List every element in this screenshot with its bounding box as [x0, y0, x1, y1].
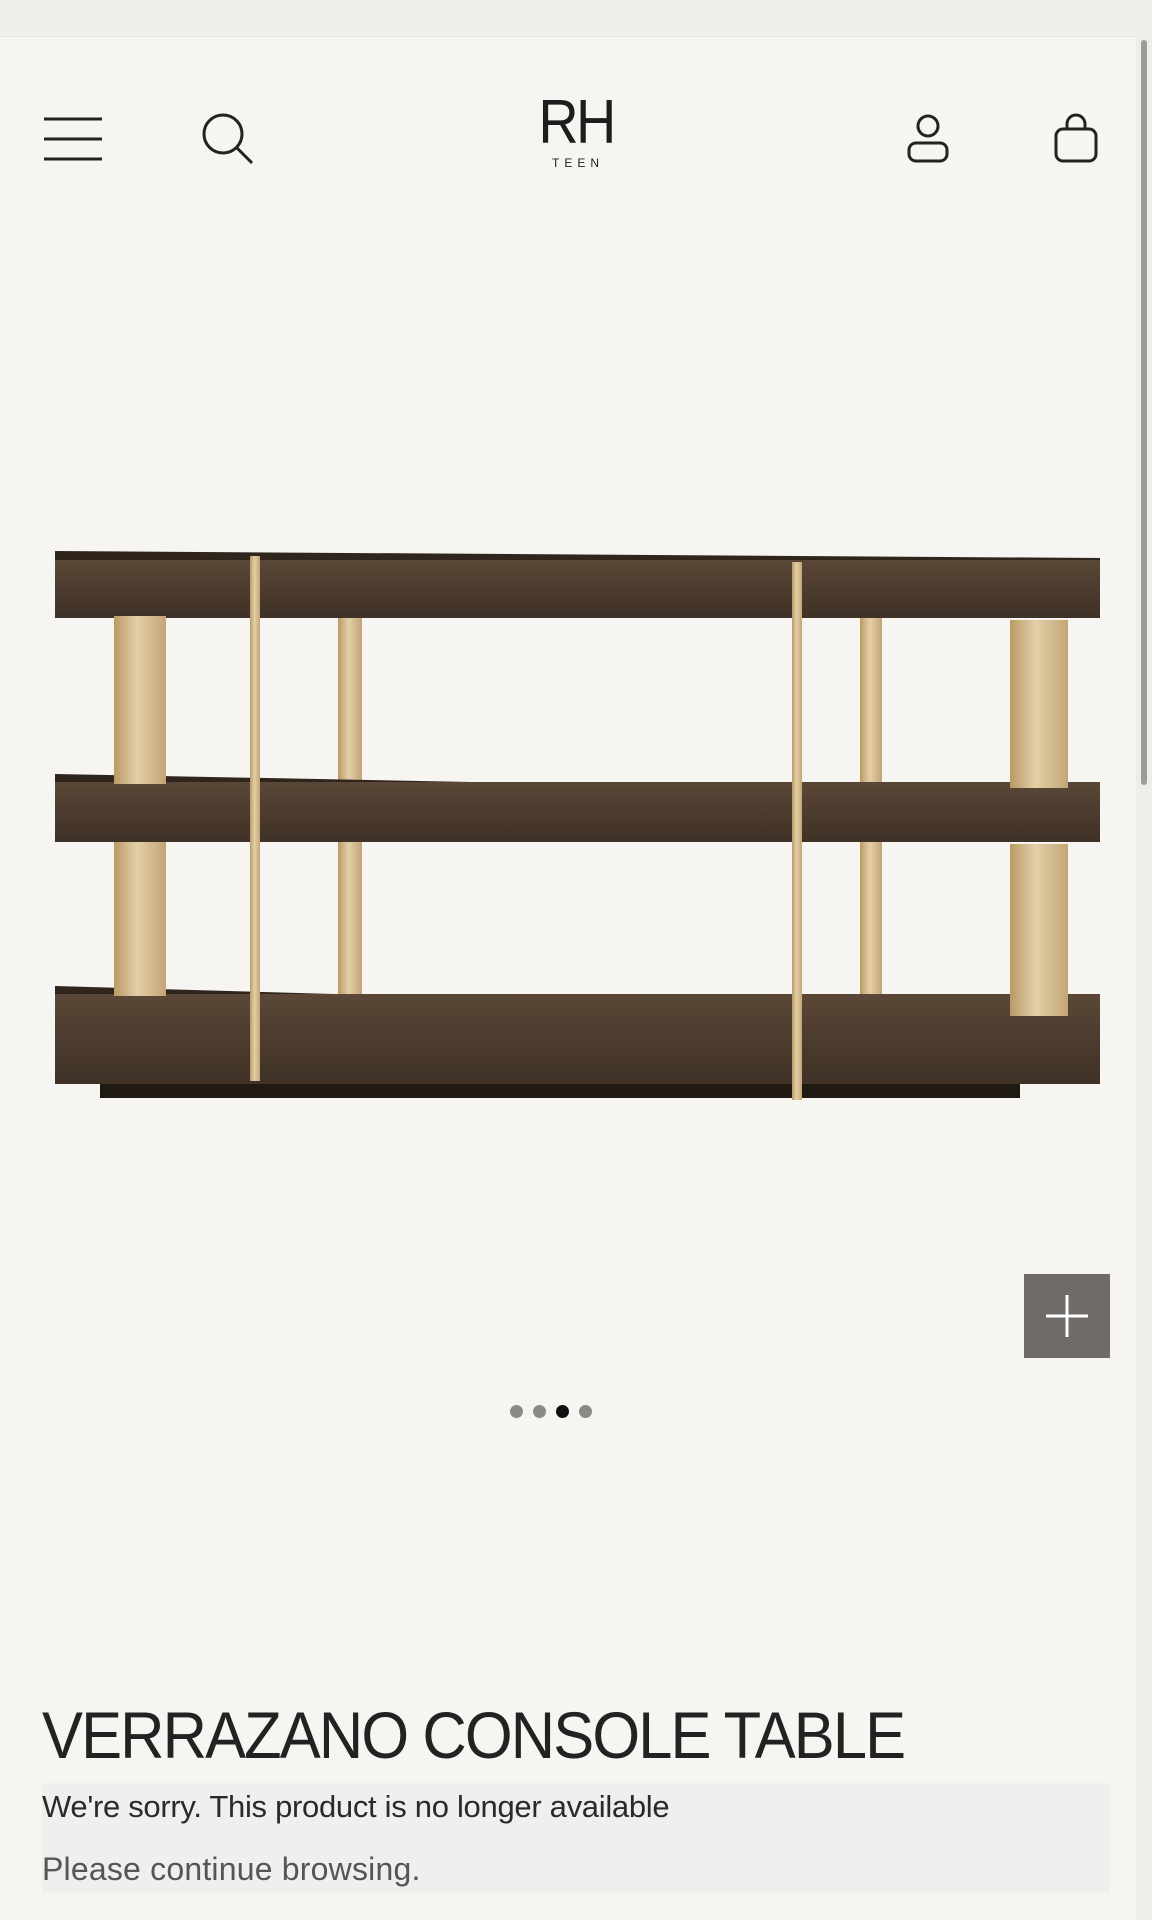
scrollbar-thumb[interactable]: [1141, 40, 1147, 785]
browser-top-strip: [0, 0, 1152, 37]
page: RH TEEN VERRAZANO CONSOLE TABLE We're so…: [0, 0, 1152, 1920]
carousel-dot[interactable]: [579, 1405, 592, 1418]
carousel-dot[interactable]: [533, 1405, 546, 1418]
plus-icon: [1046, 1295, 1088, 1337]
shopping-bag-icon: [1054, 113, 1098, 163]
console-table-image[interactable]: [40, 516, 1110, 1366]
search-button[interactable]: [193, 104, 263, 174]
unavailable-message: We're sorry. This product is no longer a…: [42, 1789, 670, 1824]
account-icon: [907, 114, 949, 163]
site-header: RH TEEN: [0, 36, 1136, 206]
account-button[interactable]: [893, 104, 963, 174]
logo-subtitle: TEEN: [551, 156, 604, 170]
search-icon: [202, 113, 254, 165]
hamburger-menu-icon: [44, 117, 102, 161]
logo-mark: RH: [538, 88, 616, 157]
carousel-dots: [510, 1405, 592, 1418]
zoom-button[interactable]: [1024, 1274, 1110, 1358]
bottom-strip: [0, 1893, 1136, 1920]
menu-button[interactable]: [38, 104, 108, 174]
scrollbar[interactable]: [1136, 0, 1152, 1920]
product-gallery: [0, 206, 1136, 1418]
product-title: VERRAZANO CONSOLE TABLE: [42, 1698, 906, 1772]
cart-button[interactable]: [1041, 104, 1111, 174]
rh-teen-logo[interactable]: RH TEEN: [524, 92, 628, 188]
carousel-dot-active[interactable]: [556, 1405, 569, 1418]
carousel-dot[interactable]: [510, 1405, 523, 1418]
continue-browsing-message: Please continue browsing.: [42, 1851, 421, 1887]
